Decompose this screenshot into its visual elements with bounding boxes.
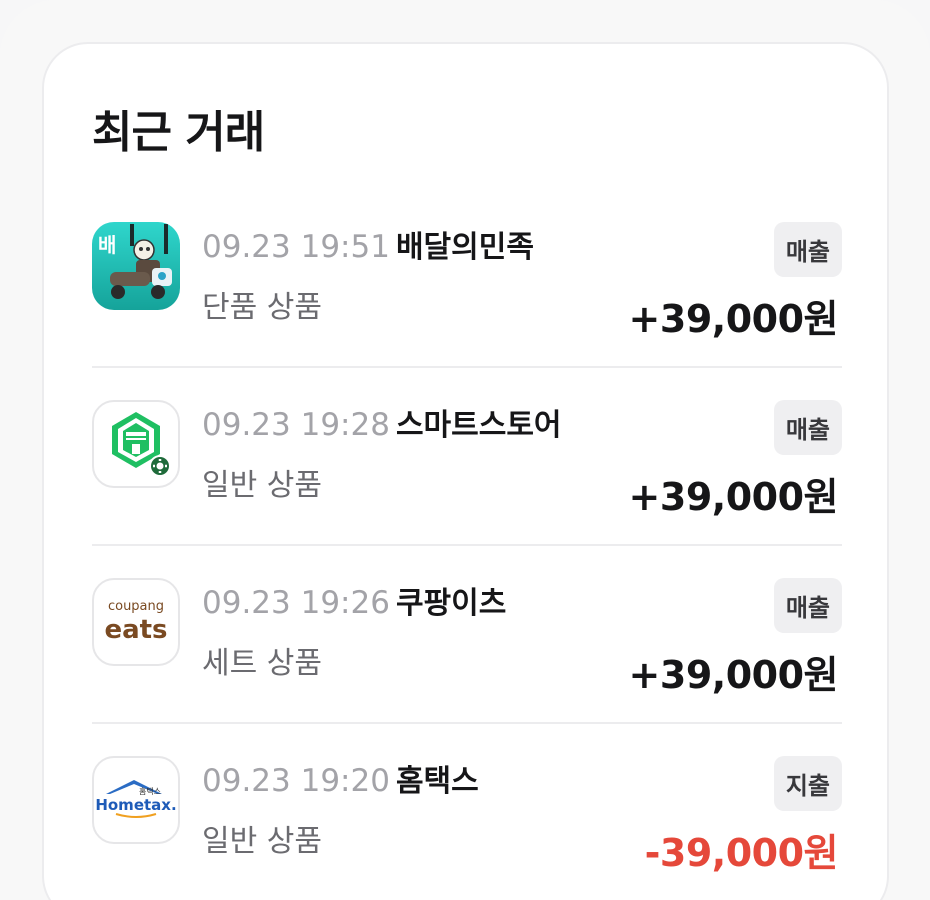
svg-text:배: 배 xyxy=(98,233,116,257)
product-type: 세트 상품 xyxy=(202,646,322,681)
transaction-type-badge: 매출 xyxy=(773,222,842,277)
svg-text:coupang: coupang xyxy=(108,599,164,614)
smartstore-app-icon xyxy=(92,400,180,488)
coupangeats-app-icon: coupang eats xyxy=(92,578,180,666)
svg-text:홈택스: 홈택스 xyxy=(139,786,161,796)
transaction-row[interactable]: 배 09.23 19:51 배달의민족 단품 상품 매출 +39,000원 xyxy=(92,202,842,380)
transaction-amount: -39,000원 xyxy=(644,831,839,875)
product-type: 일반 상품 xyxy=(202,468,322,503)
transaction-time: 09.23 19:28 스마트스토어 xyxy=(202,407,562,443)
svg-text:Hometax.: Hometax. xyxy=(95,796,176,814)
divider xyxy=(92,544,842,546)
hometax-app-icon: 홈택스 Hometax. xyxy=(92,756,180,844)
transaction-amount: +39,000원 xyxy=(628,475,839,519)
transaction-type-badge: 매출 xyxy=(773,578,842,633)
merchant-name: 배달의민족 xyxy=(395,230,534,265)
transaction-time: 09.23 19:26 쿠팡이츠 xyxy=(202,585,507,621)
transaction-row[interactable]: 09.23 19:28 스마트스토어 일반 상품 매출 +39,000원 xyxy=(92,380,842,558)
product-type: 일반 상품 xyxy=(202,824,322,859)
baemin-app-icon: 배 xyxy=(92,222,180,310)
divider xyxy=(92,722,842,724)
transaction-row[interactable]: coupang eats 09.23 19:26 쿠팡이츠 세트 상품 매출 +3… xyxy=(92,558,842,736)
transaction-type-badge: 지출 xyxy=(773,756,842,811)
transaction-amount: +39,000원 xyxy=(628,653,839,697)
merchant-name: 쿠팡이츠 xyxy=(395,586,507,621)
screen-background: 최근 거래 배 09.23 19:51 배달의민족 단품 상품 매출 +39,0… xyxy=(0,0,930,900)
section-title: 최근 거래 xyxy=(92,107,265,158)
transaction-type-badge: 매출 xyxy=(773,400,842,455)
transaction-row[interactable]: 홈택스 Hometax. 09.23 19:20 홈택스 일반 상품 지출 -39… xyxy=(92,736,842,900)
transaction-time: 09.23 19:20 홈택스 xyxy=(202,763,479,799)
transaction-amount: +39,000원 xyxy=(628,297,839,341)
svg-text:eats: eats xyxy=(104,615,167,645)
product-type: 단품 상품 xyxy=(202,290,322,325)
recent-transactions-card: 최근 거래 배 09.23 19:51 배달의민족 단품 상품 매출 +39,0… xyxy=(42,42,889,900)
merchant-name: 홈택스 xyxy=(395,764,479,799)
merchant-name: 스마트스토어 xyxy=(395,408,562,443)
transaction-time: 09.23 19:51 배달의민족 xyxy=(202,229,534,265)
divider xyxy=(92,366,842,368)
